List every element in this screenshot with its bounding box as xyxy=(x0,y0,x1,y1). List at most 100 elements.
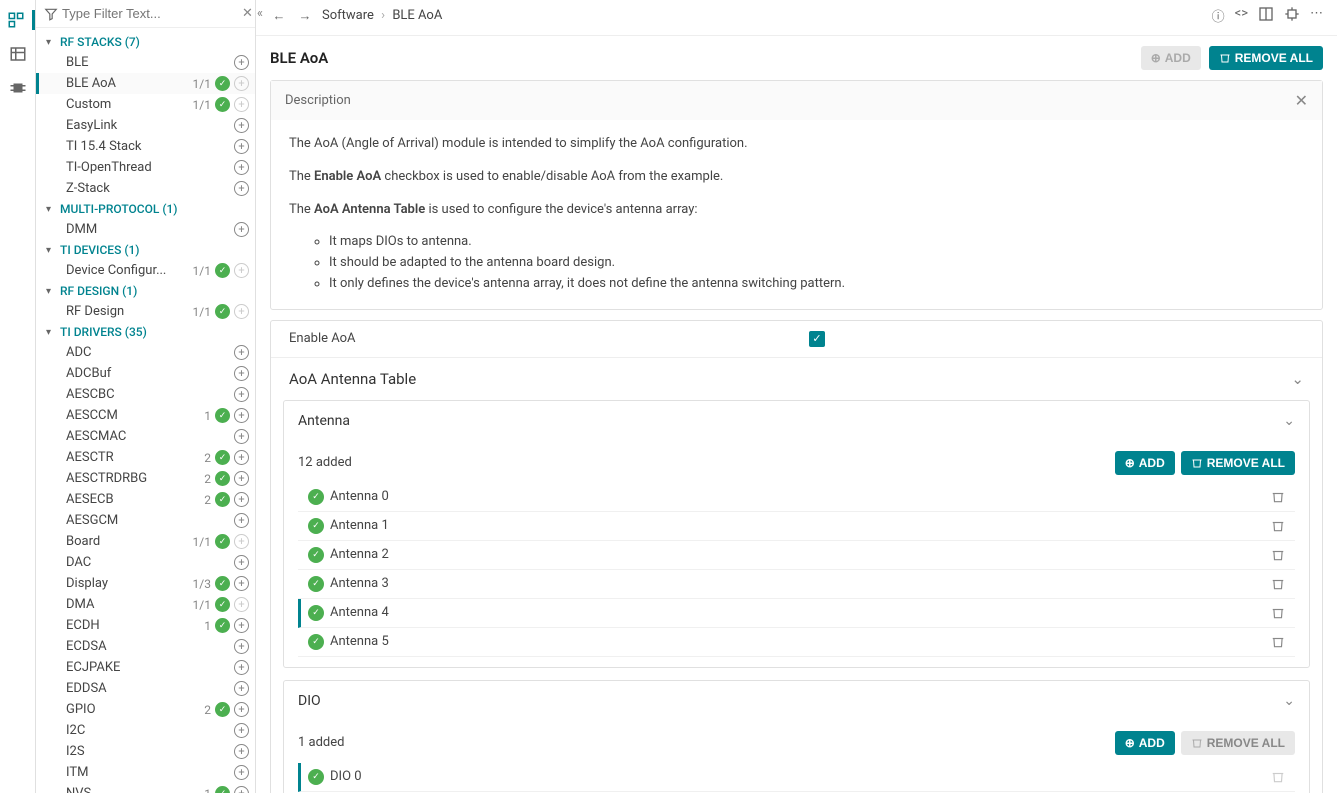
tree-item[interactable]: AESCCM1✓+ xyxy=(36,405,255,426)
tree-group[interactable]: ▾RF STACKS (7) xyxy=(36,32,255,52)
tree-item[interactable]: ITM+ xyxy=(36,762,255,783)
add-icon[interactable]: + xyxy=(234,408,249,423)
tree-item[interactable]: AESGCM+ xyxy=(36,510,255,531)
antenna-item[interactable]: ✓Antenna 2 xyxy=(298,541,1295,570)
breadcrumb-leaf[interactable]: BLE AoA xyxy=(392,8,442,23)
close-description-icon[interactable]: ✕ xyxy=(1295,91,1308,110)
antenna-item[interactable]: ✓Antenna 0 xyxy=(298,483,1295,512)
tree-item[interactable]: GPIO2✓+ xyxy=(36,699,255,720)
tree-group[interactable]: ▾TI DRIVERS (35) xyxy=(36,322,255,342)
add-icon[interactable]: + xyxy=(234,366,249,381)
dio-add-button[interactable]: ⊕ ADD xyxy=(1115,731,1175,755)
antenna-remove-all-button[interactable]: REMOVE ALL xyxy=(1181,451,1295,475)
breadcrumb-root[interactable]: Software xyxy=(322,8,374,23)
antenna-added-count: 12 added xyxy=(298,455,352,470)
tree-item[interactable]: EasyLink+ xyxy=(36,115,255,136)
add-icon[interactable]: + xyxy=(234,118,249,133)
info-icon[interactable]: ⓘ xyxy=(1212,6,1225,25)
filter-input[interactable] xyxy=(62,6,238,21)
tree-item[interactable]: Z-Stack+ xyxy=(36,178,255,199)
tree-item[interactable]: I2C+ xyxy=(36,720,255,741)
tree-item[interactable]: ECDH1✓+ xyxy=(36,615,255,636)
tree-item[interactable]: TI 15.4 Stack+ xyxy=(36,136,255,157)
tree-group[interactable]: ▾MULTI-PROTOCOL (1) xyxy=(36,199,255,219)
code-icon[interactable]: <> xyxy=(1235,6,1248,25)
add-icon[interactable]: + xyxy=(234,345,249,360)
trash-icon[interactable] xyxy=(1271,606,1285,620)
trash-icon[interactable] xyxy=(1271,548,1285,562)
dio-item[interactable]: ✓ DIO 0 xyxy=(298,763,1295,792)
antenna-add-button[interactable]: ⊕ ADD xyxy=(1115,451,1175,475)
tree-item[interactable]: DMA1/1✓+ xyxy=(36,594,255,615)
tree-item[interactable]: DMM+ xyxy=(36,219,255,240)
rail-software-icon[interactable] xyxy=(0,10,35,30)
add-icon[interactable]: + xyxy=(234,723,249,738)
add-icon[interactable]: + xyxy=(234,139,249,154)
clear-filter-icon[interactable]: ✕ xyxy=(242,6,253,21)
add-icon[interactable]: + xyxy=(234,765,249,780)
tree-item[interactable]: TI-OpenThread+ xyxy=(36,157,255,178)
tree-item[interactable]: Custom1/1✓+ xyxy=(36,94,255,115)
dio-sub-head[interactable]: DIO ⌄ xyxy=(284,681,1309,721)
tree-item[interactable]: AESCTRDRBG2✓+ xyxy=(36,468,255,489)
tree-item[interactable]: I2S+ xyxy=(36,741,255,762)
antenna-sub-head[interactable]: Antenna ⌄ xyxy=(284,401,1309,441)
tree-item[interactable]: AESCTR2✓+ xyxy=(36,447,255,468)
chip-icon[interactable] xyxy=(1284,6,1300,25)
add-icon[interactable]: + xyxy=(234,55,249,70)
tree-item[interactable]: AESECB2✓+ xyxy=(36,489,255,510)
add-icon[interactable]: + xyxy=(234,681,249,696)
tree-item[interactable]: Device Configur...1/1✓+ xyxy=(36,260,255,281)
tree-item[interactable]: Board1/1✓+ xyxy=(36,531,255,552)
add-icon[interactable]: + xyxy=(234,450,249,465)
tree-group[interactable]: ▾TI DEVICES (1) xyxy=(36,240,255,260)
trash-icon[interactable] xyxy=(1271,577,1285,591)
trash-icon[interactable] xyxy=(1271,519,1285,533)
layout-icon[interactable] xyxy=(1258,6,1274,25)
rail-chip-icon[interactable] xyxy=(8,78,28,98)
tree-item[interactable]: ECDSA+ xyxy=(36,636,255,657)
add-icon[interactable]: + xyxy=(234,222,249,237)
tree-item[interactable]: RF Design1/1✓+ xyxy=(36,301,255,322)
tree-item[interactable]: ADC+ xyxy=(36,342,255,363)
tree-item[interactable]: ECJPAKE+ xyxy=(36,657,255,678)
add-icon[interactable]: + xyxy=(234,492,249,507)
enable-aoa-checkbox[interactable]: ✓ xyxy=(809,331,825,347)
add-icon[interactable]: + xyxy=(234,786,249,793)
add-icon[interactable]: + xyxy=(234,555,249,570)
nav-forward-icon[interactable]: → xyxy=(296,8,314,24)
antenna-table-section-head[interactable]: AoA Antenna Table ⌄ xyxy=(271,357,1322,400)
tree-item[interactable]: ADCBuf+ xyxy=(36,363,255,384)
antenna-item[interactable]: ✓Antenna 3 xyxy=(298,570,1295,599)
remove-all-button[interactable]: REMOVE ALL xyxy=(1209,46,1323,70)
tree-item[interactable]: AESCBC+ xyxy=(36,384,255,405)
trash-icon[interactable] xyxy=(1271,490,1285,504)
add-icon[interactable]: + xyxy=(234,387,249,402)
add-icon[interactable]: + xyxy=(234,702,249,717)
add-icon[interactable]: + xyxy=(234,160,249,175)
antenna-item[interactable]: ✓Antenna 5 xyxy=(298,628,1295,657)
trash-icon[interactable] xyxy=(1271,635,1285,649)
add-icon[interactable]: + xyxy=(234,744,249,759)
add-icon[interactable]: + xyxy=(234,639,249,654)
tree-item[interactable]: NVS1✓+ xyxy=(36,783,255,793)
tree-item[interactable]: DAC+ xyxy=(36,552,255,573)
antenna-item[interactable]: ✓Antenna 4 xyxy=(298,599,1295,628)
add-icon[interactable]: + xyxy=(234,181,249,196)
add-icon[interactable]: + xyxy=(234,513,249,528)
rail-table-icon[interactable] xyxy=(8,44,28,64)
tree-item[interactable]: BLE AoA1/1✓+ xyxy=(36,73,255,94)
add-icon[interactable]: + xyxy=(234,618,249,633)
tree-item[interactable]: AESCMAC+ xyxy=(36,426,255,447)
antenna-item[interactable]: ✓Antenna 1 xyxy=(298,512,1295,541)
tree-item[interactable]: Display1/3✓+ xyxy=(36,573,255,594)
tree-group[interactable]: ▾RF DESIGN (1) xyxy=(36,281,255,301)
add-icon[interactable]: + xyxy=(234,429,249,444)
add-icon[interactable]: + xyxy=(234,471,249,486)
add-icon[interactable]: + xyxy=(234,660,249,675)
nav-back-icon[interactable]: ← xyxy=(270,8,288,24)
tree-item[interactable]: BLE+ xyxy=(36,52,255,73)
add-icon[interactable]: + xyxy=(234,576,249,591)
more-icon[interactable]: ⋯ xyxy=(1310,6,1323,25)
tree-item[interactable]: EDDSA+ xyxy=(36,678,255,699)
